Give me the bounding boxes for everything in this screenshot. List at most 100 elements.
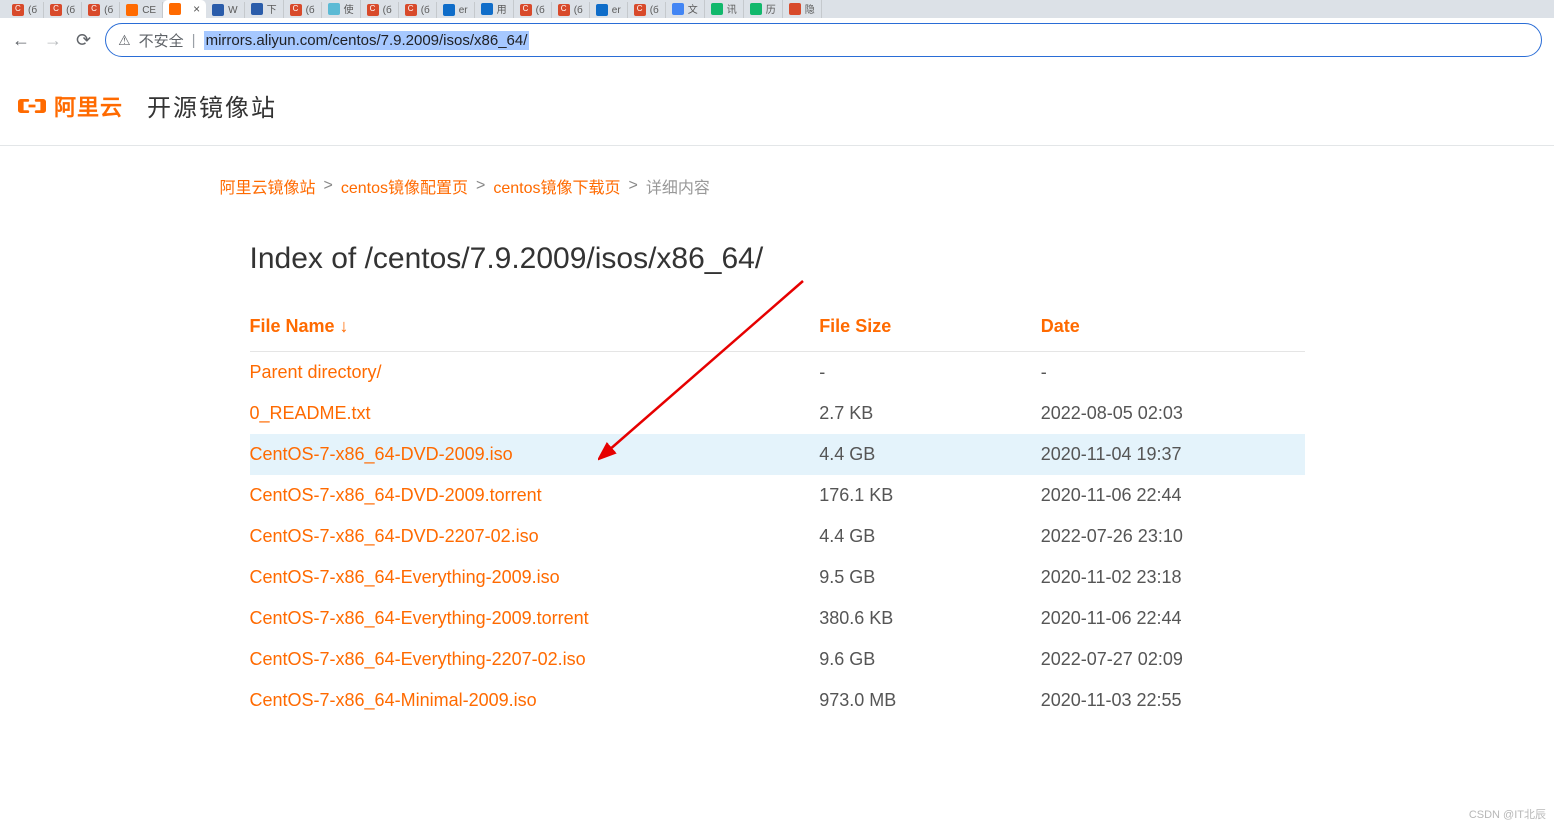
browser-tab[interactable]: 讯	[705, 0, 744, 18]
tab-favicon	[750, 3, 762, 15]
tab-label: 用	[497, 1, 507, 16]
browser-tab[interactable]: (б	[514, 2, 552, 18]
file-date: 2020-11-03 22:55	[1041, 680, 1305, 721]
close-icon[interactable]: ×	[193, 2, 200, 16]
browser-tab[interactable]: er	[437, 2, 475, 18]
content-area: 阿里云镜像站 > centos镜像配置页 > centos镜像下载页 > 详细内容 Inde…	[220, 146, 1335, 747]
col-header-date[interactable]: Date	[1041, 306, 1305, 352]
tab-favicon	[789, 3, 801, 15]
breadcrumb-separator: >	[629, 177, 638, 195]
tab-label: 历	[766, 1, 776, 16]
breadcrumb-separator: >	[324, 177, 333, 195]
url-text[interactable]: mirrors.aliyun.com/centos/7.9.2009/isos/…	[204, 31, 530, 50]
browser-tab[interactable]: (б	[399, 2, 437, 18]
browser-tab[interactable]: 历	[744, 0, 783, 18]
tab-favicon	[711, 3, 723, 15]
browser-tab[interactable]: er	[590, 2, 628, 18]
browser-tab[interactable]: (б	[284, 2, 322, 18]
tab-label: (б	[574, 5, 583, 16]
file-size: 973.0 MB	[819, 680, 1041, 721]
aliyun-logo[interactable]: 阿里云	[18, 90, 123, 122]
file-date: 2020-11-06 22:44	[1041, 475, 1305, 516]
tab-label: 下	[267, 1, 277, 16]
tab-favicon	[405, 4, 417, 16]
tab-favicon	[558, 4, 570, 16]
browser-tab[interactable]: CE	[120, 2, 163, 18]
breadcrumb-link[interactable]: centos镜像配置页	[341, 174, 468, 198]
file-link[interactable]: CentOS-7-x86_64-Everything-2009.torrent	[250, 608, 589, 628]
file-table: File Name ↓ File Size Date Parent direct…	[250, 306, 1305, 721]
warning-icon: ⚠	[118, 32, 131, 49]
tab-favicon	[126, 4, 138, 16]
table-row: CentOS-7-x86_64-Everything-2009.torrent 3…	[250, 598, 1305, 639]
table-row: 0_README.txt2.7 KB2022-08-05 02:03	[250, 393, 1305, 434]
browser-tab[interactable]: ×	[163, 0, 206, 18]
breadcrumb-current: 详细内容	[646, 174, 710, 198]
tab-favicon	[328, 3, 340, 15]
file-link[interactable]: CentOS-7-x86_64-Minimal-2009.iso	[250, 690, 537, 710]
tab-favicon	[596, 4, 608, 16]
browser-tab[interactable]: 用	[475, 0, 514, 18]
table-row: CentOS-7-x86_64-Minimal-2009.iso 973.0 MB…	[250, 680, 1305, 721]
tab-label: (б	[383, 5, 392, 16]
table-row: CentOS-7-x86_64-DVD-2009.torrent 176.1 KB…	[250, 475, 1305, 516]
listing-card: Index of /centos/7.9.2009/isos/x86_64/ F…	[220, 216, 1335, 747]
tab-favicon	[88, 4, 100, 16]
browser-tab[interactable]: (б	[361, 2, 399, 18]
file-date: 2022-07-26 23:10	[1041, 516, 1305, 557]
forward-button[interactable]: →	[44, 30, 62, 51]
file-link[interactable]: CentOS-7-x86_64-DVD-2009.torrent	[250, 485, 542, 505]
tab-label: W	[228, 5, 237, 16]
file-size: 9.6 GB	[819, 639, 1041, 680]
file-link[interactable]: Parent directory/	[250, 362, 382, 382]
browser-tab[interactable]: W	[206, 2, 244, 18]
tab-favicon	[672, 3, 684, 15]
col-header-name[interactable]: File Name ↓	[250, 306, 820, 352]
file-date: 2022-07-27 02:09	[1041, 639, 1305, 680]
browser-nav-bar: ← → ⟳ ⚠ 不安全 | mirrors.aliyun.com/centos/…	[0, 18, 1554, 62]
tab-label: er	[459, 5, 468, 16]
page-header: 阿里云 开源镜像站	[0, 62, 1554, 146]
file-link[interactable]: CentOS-7-x86_64-DVD-2009.iso	[250, 444, 513, 464]
browser-tab[interactable]: 隐	[783, 0, 822, 18]
file-size: -	[819, 352, 1041, 394]
table-row: CentOS-7-x86_64-Everything-2207-02.iso 9.…	[250, 639, 1305, 680]
browser-tab[interactable]: 使	[322, 0, 361, 18]
file-date: 2020-11-02 23:18	[1041, 557, 1305, 598]
col-header-size[interactable]: File Size	[819, 306, 1041, 352]
tab-label: (б	[650, 5, 659, 16]
back-button[interactable]: ←	[12, 30, 30, 51]
address-bar[interactable]: ⚠ 不安全 | mirrors.aliyun.com/centos/7.9.20…	[105, 23, 1542, 57]
tab-label: 使	[344, 1, 354, 16]
browser-tab[interactable]: (б	[628, 2, 666, 18]
browser-tab[interactable]: (б	[552, 2, 590, 18]
file-date: 2022-08-05 02:03	[1041, 393, 1305, 434]
tab-favicon	[290, 4, 302, 16]
file-link[interactable]: CentOS-7-x86_64-Everything-2009.iso	[250, 567, 560, 587]
browser-tab-strip: (б(б(бCE×W下(б使(б(бer用(б(бer(б文讯历隐	[0, 0, 1554, 18]
tab-favicon	[367, 4, 379, 16]
file-link[interactable]: 0_README.txt	[250, 403, 371, 423]
tab-label: (б	[28, 5, 37, 16]
browser-tab[interactable]: 下	[245, 0, 284, 18]
breadcrumb-link[interactable]: 阿里云镜像站	[220, 174, 316, 198]
breadcrumb-link[interactable]: centos镜像下载页	[493, 174, 620, 198]
browser-tab[interactable]: (б	[6, 2, 44, 18]
file-size: 176.1 KB	[819, 475, 1041, 516]
file-size: 380.6 KB	[819, 598, 1041, 639]
file-link[interactable]: CentOS-7-x86_64-DVD-2207-02.iso	[250, 526, 539, 546]
tab-favicon	[50, 4, 62, 16]
file-size: 9.5 GB	[819, 557, 1041, 598]
site-title: 开源镜像站	[147, 88, 277, 123]
file-date: 2020-11-06 22:44	[1041, 598, 1305, 639]
file-date: 2020-11-04 19:37	[1041, 434, 1305, 475]
breadcrumb-separator: >	[476, 177, 485, 195]
browser-tab[interactable]: 文	[666, 0, 705, 18]
browser-tab[interactable]: (б	[82, 2, 120, 18]
tab-favicon	[520, 4, 532, 16]
breadcrumb: 阿里云镜像站 > centos镜像配置页 > centos镜像下载页 > 详细内容	[220, 146, 1335, 216]
file-link[interactable]: CentOS-7-x86_64-Everything-2207-02.iso	[250, 649, 586, 669]
browser-tab[interactable]: (б	[44, 2, 82, 18]
tab-favicon	[481, 3, 493, 15]
reload-button[interactable]: ⟳	[76, 30, 91, 51]
